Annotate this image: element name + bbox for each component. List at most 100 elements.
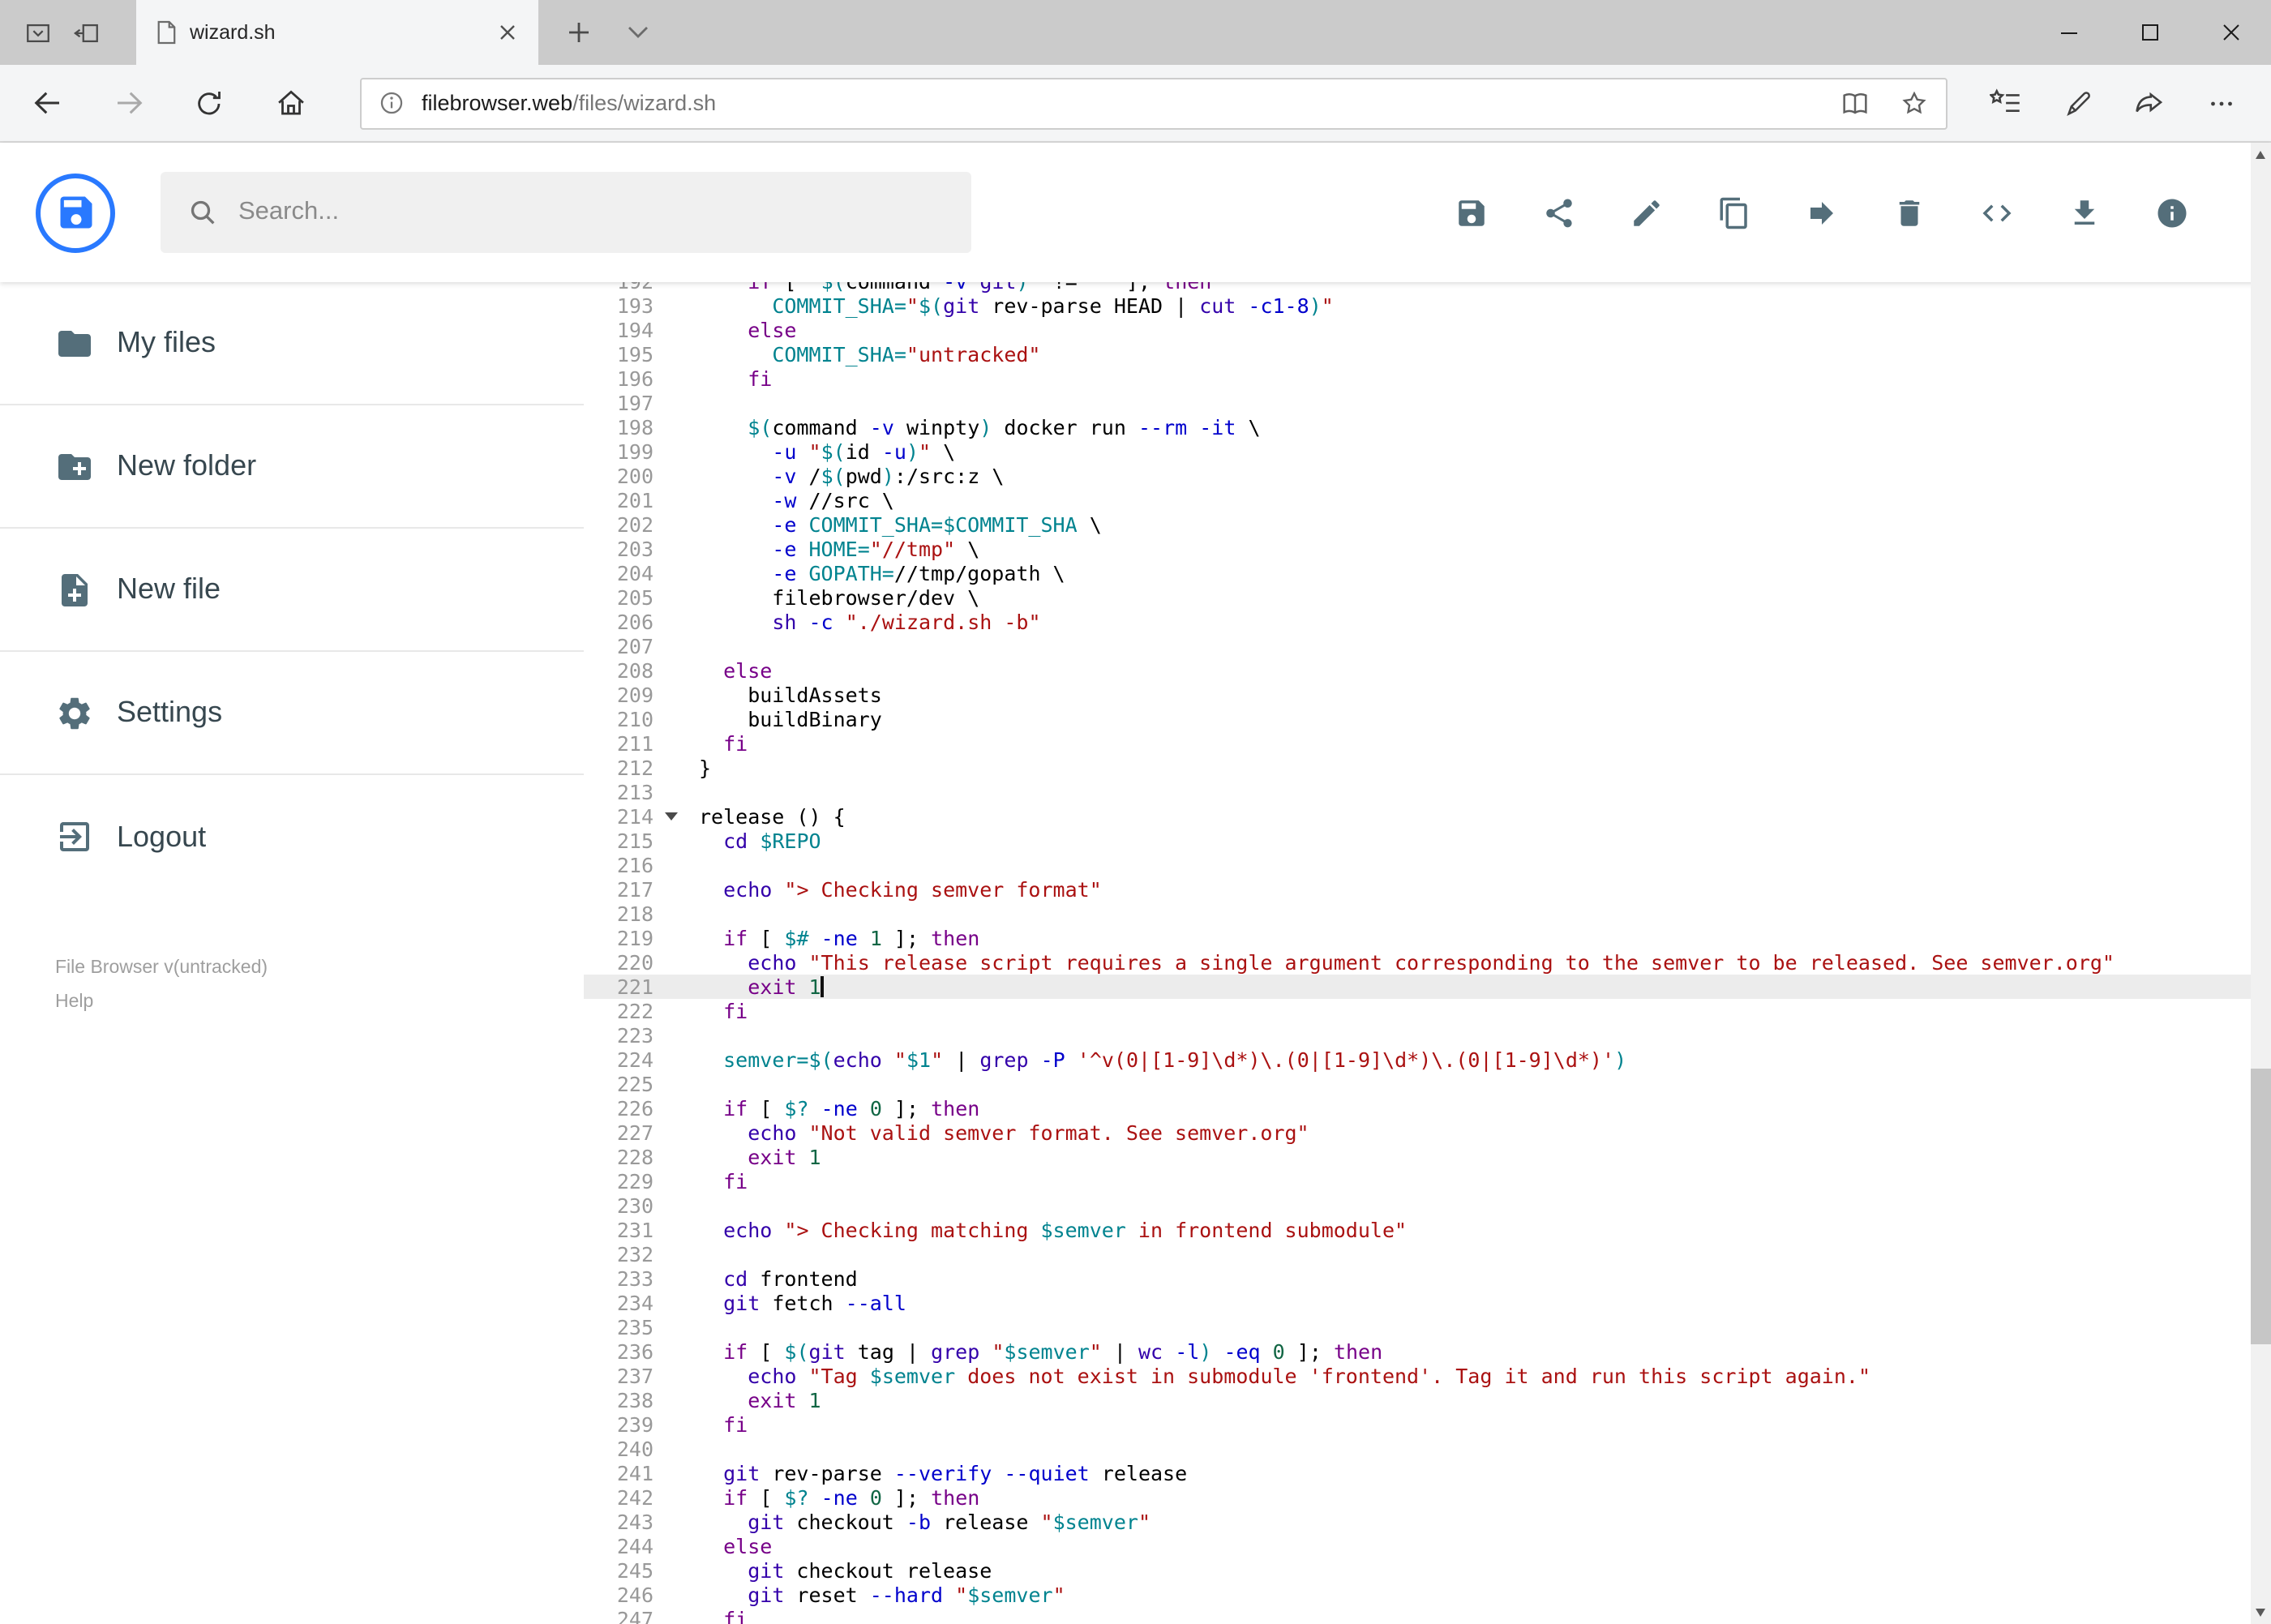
set-tabs-aside-button[interactable] [62, 0, 110, 65]
code-line[interactable]: 192 if [ "$(command -v git)" != "" ]; th… [584, 282, 2271, 294]
code-line[interactable]: 196 fi [584, 366, 2271, 391]
code-line[interactable]: 219 if [ $# -ne 1 ]; then [584, 926, 2271, 950]
code-line[interactable]: 227 echo "Not valid semver format. See s… [584, 1121, 2271, 1145]
code-line[interactable]: 225 [584, 1072, 2271, 1096]
code-line[interactable]: 230 [584, 1193, 2271, 1218]
code-line[interactable]: 216 [584, 853, 2271, 877]
share-button[interactable] [2115, 71, 2183, 135]
reading-view-button[interactable] [1838, 79, 1870, 127]
fold-open-icon[interactable] [665, 812, 678, 821]
code-line[interactable]: 201 -w //src \ [584, 488, 2271, 512]
code-line[interactable]: 224 semver=$(echo "$1" | grep -P '^v(0|[… [584, 1048, 2271, 1072]
code-line[interactable]: 202 -e COMMIT_SHA=$COMMIT_SHA \ [584, 512, 2271, 537]
code-line[interactable]: 195 COMMIT_SHA="untracked" [584, 342, 2271, 366]
minimize-button[interactable] [2028, 0, 2109, 65]
tab-close-icon[interactable] [493, 18, 522, 47]
delete-button[interactable] [1879, 182, 1940, 243]
new-tab-button[interactable] [555, 0, 603, 65]
share-file-button[interactable] [1528, 182, 1590, 243]
code-line[interactable]: 229 fi [584, 1169, 2271, 1193]
download-button[interactable] [2054, 182, 2115, 243]
close-button[interactable] [2190, 0, 2271, 65]
code-line[interactable]: 222 fi [584, 999, 2271, 1023]
filebrowser-logo[interactable] [36, 173, 115, 252]
code-editor[interactable]: 192 if [ "$(command -v git)" != "" ]; th… [584, 282, 2271, 1624]
code-line[interactable]: 215 cd $REPO [584, 829, 2271, 853]
code-line[interactable]: 245 git checkout release [584, 1558, 2271, 1583]
code-line[interactable]: 237 echo "Tag $semver does not exist in … [584, 1364, 2271, 1388]
help-link[interactable]: Help [55, 988, 584, 1018]
move-button[interactable] [1791, 182, 1853, 243]
code-line[interactable]: 213 [584, 780, 2271, 804]
sidebar-item-logout[interactable]: Logout [0, 775, 584, 898]
code-line[interactable]: 246 git reset --hard "$semver" [584, 1583, 2271, 1607]
code-line[interactable]: 193 COMMIT_SHA="$(git rev-parse HEAD | c… [584, 294, 2271, 318]
fold-gutter[interactable] [658, 804, 699, 829]
code-line[interactable]: 228 exit 1 [584, 1145, 2271, 1169]
rename-button[interactable] [1616, 182, 1678, 243]
code-line[interactable]: 209 buildAssets [584, 683, 2271, 707]
save-button[interactable] [1441, 182, 1502, 243]
code-line[interactable]: 232 [584, 1242, 2271, 1266]
scrollbar-thumb[interactable] [2250, 1069, 2271, 1344]
code-line[interactable]: 247 fi [584, 1607, 2271, 1624]
code-line[interactable]: 244 else [584, 1534, 2271, 1558]
page-scrollbar[interactable] [2250, 143, 2271, 1624]
refresh-button[interactable] [175, 71, 243, 135]
code-line[interactable]: 200 -v /$(pwd):/src:z \ [584, 464, 2271, 488]
code-line[interactable]: 217 echo "> Checking semver format" [584, 877, 2271, 902]
code-line[interactable]: 235 [584, 1315, 2271, 1339]
code-line[interactable]: 206 sh -c "./wizard.sh -b" [584, 610, 2271, 634]
info-button[interactable] [2141, 182, 2203, 243]
code-line[interactable]: 221 exit 1 [584, 975, 2271, 999]
code-line[interactable]: 211 fi [584, 731, 2271, 756]
code-line[interactable]: 220 echo "This release script requires a… [584, 950, 2271, 975]
code-line[interactable]: 241 git rev-parse --verify --quiet relea… [584, 1461, 2271, 1485]
code-line[interactable]: 214 release () { [584, 804, 2271, 829]
home-button[interactable] [256, 71, 324, 135]
code-line[interactable]: 194 else [584, 318, 2271, 342]
code-line[interactable]: 231 echo "> Checking matching $semver in… [584, 1218, 2271, 1242]
sidebar-item-new-file[interactable]: New file [0, 529, 584, 652]
scroll-up-arrow[interactable] [2250, 143, 2271, 167]
code-line[interactable]: 208 else [584, 658, 2271, 683]
code-line[interactable]: 203 -e HOME="//tmp" \ [584, 537, 2271, 561]
back-button[interactable] [13, 71, 81, 135]
address-bar[interactable]: filebrowser.web/files/wizard.sh [360, 77, 1947, 129]
code-line[interactable]: 199 -u "$(id -u)" \ [584, 439, 2271, 464]
favorite-star-button[interactable] [1898, 79, 1929, 127]
code-line[interactable]: 236 if [ $(git tag | grep "$semver" | wc… [584, 1339, 2271, 1364]
code-line[interactable]: 239 fi [584, 1412, 2271, 1437]
search-box[interactable] [161, 172, 971, 253]
code-line[interactable]: 204 -e GOPATH=//tmp/gopath \ [584, 561, 2271, 585]
sidebar-item-my-files[interactable]: My files [0, 282, 584, 405]
code-line[interactable]: 243 git checkout -b release "$semver" [584, 1510, 2271, 1534]
sidebar-item-new-folder[interactable]: New folder [0, 405, 584, 529]
code-line[interactable]: 238 exit 1 [584, 1388, 2271, 1412]
code-line[interactable]: 197 [584, 391, 2271, 415]
code-line[interactable]: 207 [584, 634, 2271, 658]
code-line[interactable]: 205 filebrowser/dev \ [584, 585, 2271, 610]
code-line[interactable]: 223 [584, 1023, 2271, 1048]
browser-tab[interactable]: wizard.sh [136, 0, 538, 65]
tab-list-button[interactable] [613, 0, 662, 65]
code-line[interactable]: 226 if [ $? -ne 0 ]; then [584, 1096, 2271, 1121]
code-line[interactable]: 233 cd frontend [584, 1266, 2271, 1291]
code-line[interactable]: 198 $(command -v winpty) docker run --rm… [584, 415, 2271, 439]
web-note-button[interactable] [2044, 71, 2112, 135]
code-line[interactable]: 242 if [ $? -ne 0 ]; then [584, 1485, 2271, 1510]
code-line[interactable]: 240 [584, 1437, 2271, 1461]
search-input[interactable] [238, 198, 945, 227]
forward-button[interactable] [94, 71, 162, 135]
code-line[interactable]: 218 [584, 902, 2271, 926]
code-line[interactable]: 210 buildBinary [584, 707, 2271, 731]
maximize-button[interactable] [2109, 0, 2190, 65]
sidebar-item-settings[interactable]: Settings [0, 652, 584, 775]
copy-button[interactable] [1703, 182, 1765, 243]
favorites-hub-button[interactable] [1973, 71, 2041, 135]
scroll-down-arrow[interactable] [2250, 1600, 2271, 1624]
site-info-icon[interactable] [378, 89, 405, 117]
more-button[interactable] [2187, 71, 2255, 135]
tabs-preview-button[interactable] [13, 0, 62, 65]
raw-code-button[interactable] [1966, 182, 2028, 243]
